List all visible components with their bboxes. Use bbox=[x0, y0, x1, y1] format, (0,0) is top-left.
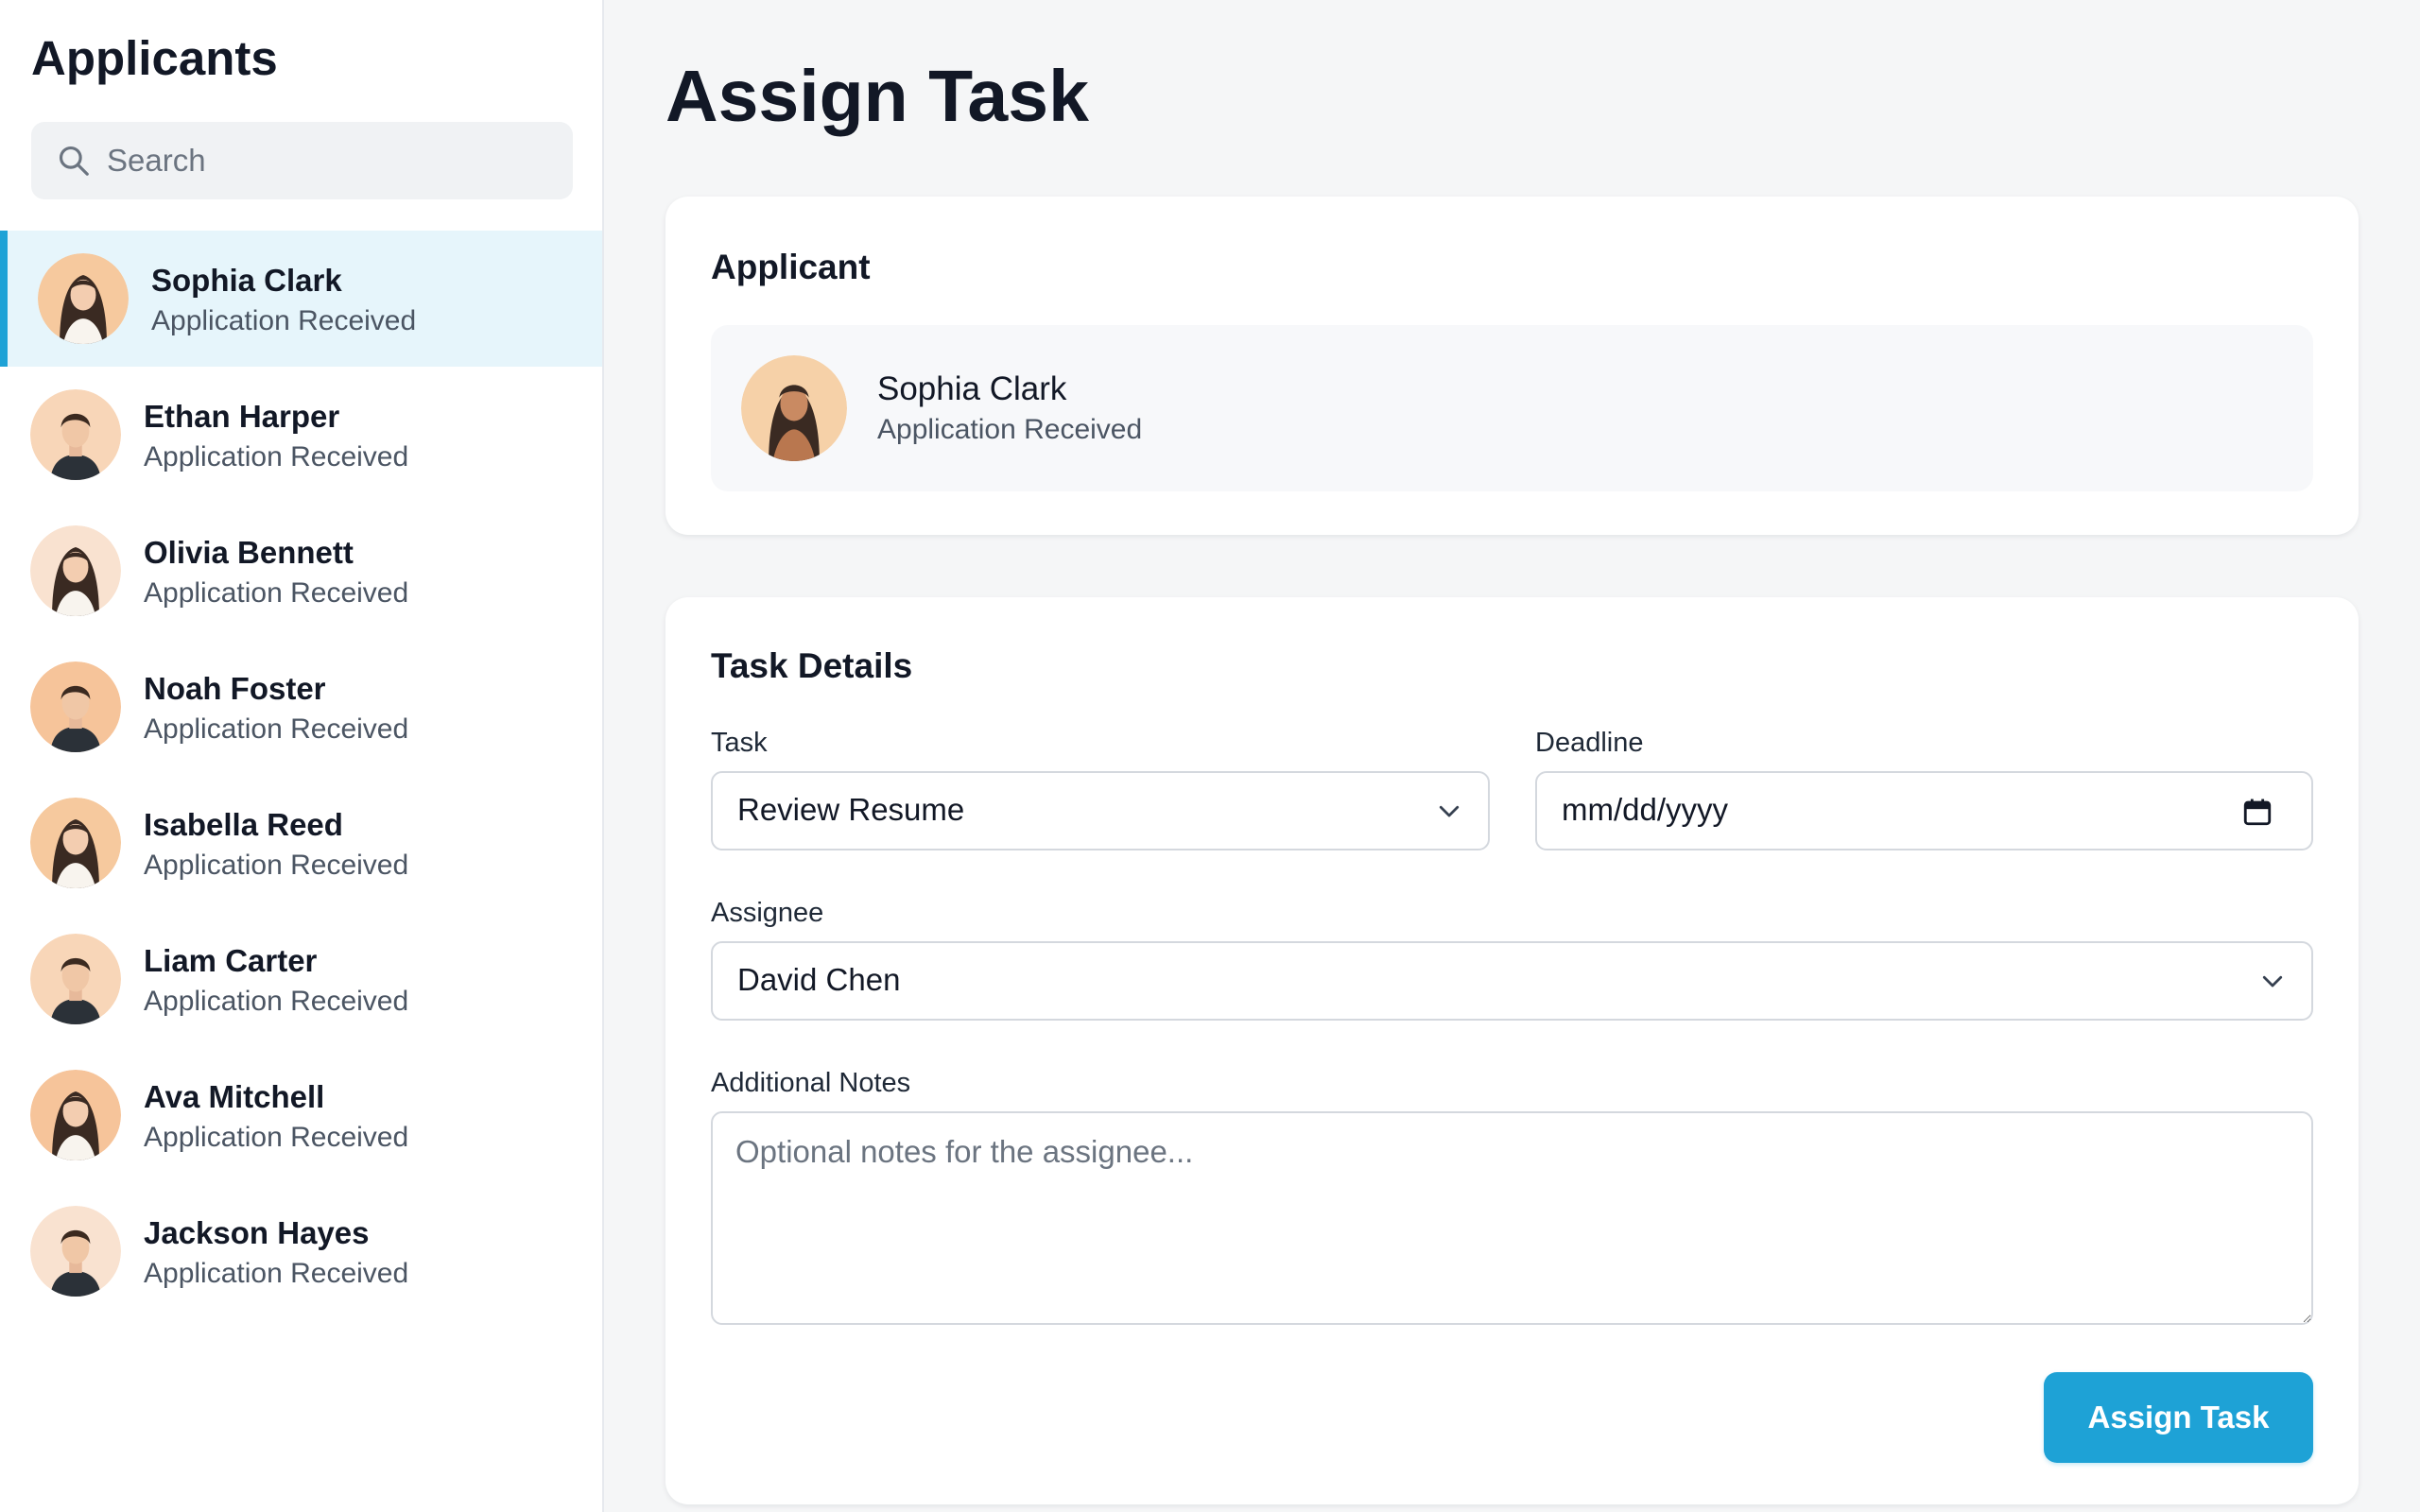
task-label: Task bbox=[711, 728, 768, 758]
applicant-status: Application Received bbox=[144, 850, 409, 881]
applicant-list-item[interactable]: Jackson Hayes Application Received bbox=[0, 1183, 602, 1319]
applicants-sidebar: Applicants Sophia Clark Application Recei… bbox=[0, 0, 604, 1512]
applicant-name: Jackson Hayes bbox=[144, 1215, 370, 1250]
chevron-down-icon bbox=[2262, 975, 2283, 988]
sidebar-title: Applicants bbox=[31, 31, 278, 85]
applicant-list-item[interactable]: Sophia Clark Application Received bbox=[0, 231, 602, 367]
applicant-list: Sophia Clark Application Received Ethan H… bbox=[0, 231, 602, 1319]
applicant-status: Application Received bbox=[144, 441, 409, 472]
chevron-down-icon bbox=[1439, 805, 1460, 817]
applicant-status: Application Received bbox=[144, 1258, 409, 1289]
selected-applicant-panel: Sophia Clark Application Received bbox=[711, 325, 2313, 491]
avatar bbox=[38, 253, 129, 344]
selected-applicant-status: Application Received bbox=[877, 414, 1143, 445]
assignee-select[interactable]: David Chen bbox=[711, 941, 2313, 1021]
avatar bbox=[30, 662, 121, 752]
task-select[interactable]: Review Resume bbox=[711, 771, 1490, 850]
task-details-heading: Task Details bbox=[711, 646, 913, 685]
applicant-status: Application Received bbox=[144, 1122, 409, 1153]
task-select-value: Review Resume bbox=[737, 792, 965, 827]
applicant-name: Ethan Harper bbox=[144, 399, 340, 434]
applicant-list-item[interactable]: Liam Carter Application Received bbox=[0, 911, 602, 1047]
applicant-list-item[interactable]: Ethan Harper Application Received bbox=[0, 367, 602, 503]
applicant-list-item[interactable]: Ava Mitchell Application Received bbox=[0, 1047, 602, 1183]
avatar bbox=[30, 934, 121, 1024]
deadline-label: Deadline bbox=[1535, 728, 1644, 758]
avatar bbox=[30, 389, 121, 480]
assignee-label: Assignee bbox=[711, 898, 824, 928]
avatar bbox=[30, 1070, 121, 1160]
applicant-status: Application Received bbox=[151, 305, 417, 336]
avatar bbox=[30, 1206, 121, 1297]
applicant-card: Applicant Sophia Clark Application Recei… bbox=[666, 197, 2359, 535]
applicant-status: Application Received bbox=[144, 986, 409, 1017]
applicant-list-item[interactable]: Noah Foster Application Received bbox=[0, 639, 602, 775]
applicant-name: Ava Mitchell bbox=[144, 1079, 325, 1114]
deadline-value: mm/dd/yyyy bbox=[1562, 792, 1729, 827]
page-title: Assign Task bbox=[666, 56, 1089, 137]
notes-textarea[interactable] bbox=[711, 1111, 2313, 1325]
search-input[interactable] bbox=[107, 122, 551, 199]
avatar bbox=[741, 355, 847, 461]
search-icon bbox=[59, 146, 89, 176]
avatar bbox=[30, 525, 121, 616]
applicant-name: Sophia Clark bbox=[151, 263, 342, 298]
calendar-icon[interactable] bbox=[2241, 796, 2273, 828]
applicant-name: Isabella Reed bbox=[144, 807, 343, 842]
search-box[interactable] bbox=[31, 122, 573, 199]
applicant-name: Liam Carter bbox=[144, 943, 318, 978]
deadline-date-input[interactable]: mm/dd/yyyy bbox=[1535, 771, 2313, 850]
applicant-list-item[interactable]: Isabella Reed Application Received bbox=[0, 775, 602, 911]
assign-task-button[interactable]: Assign Task bbox=[2044, 1372, 2313, 1463]
applicant-list-item[interactable]: Olivia Bennett Application Received bbox=[0, 503, 602, 639]
task-details-card: Task Details Task Review Resume Deadline… bbox=[666, 597, 2359, 1504]
avatar bbox=[30, 798, 121, 888]
applicant-card-heading: Applicant bbox=[711, 248, 871, 286]
applicant-status: Application Received bbox=[144, 577, 409, 609]
applicant-name: Noah Foster bbox=[144, 671, 326, 706]
notes-label: Additional Notes bbox=[711, 1068, 911, 1098]
applicant-status: Application Received bbox=[144, 713, 409, 745]
selected-applicant-name: Sophia Clark bbox=[877, 370, 1067, 407]
assignee-select-value: David Chen bbox=[737, 962, 901, 997]
applicant-name: Olivia Bennett bbox=[144, 535, 354, 570]
